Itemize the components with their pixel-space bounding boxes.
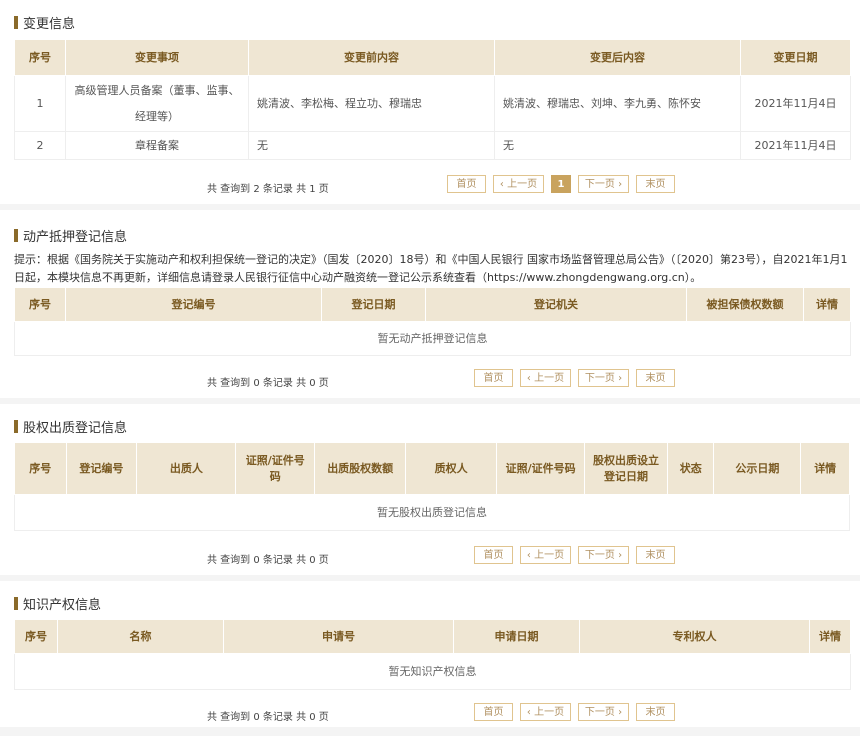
col-header: 申请号 (223, 619, 454, 654)
mortgage-table: 序号 登记编号 登记日期 登记机关 被担保债权数额 详情 暂无动产抵押登记信息 (14, 287, 851, 356)
mortgage-notice: 提示：根据《国务院关于实施动产和权利担保统一登记的决定》（国发〔2020〕18号… (14, 253, 848, 284)
first-page-button[interactable]: 首页 (447, 175, 486, 193)
mortgage-section-title: 动产抵押登记信息 (14, 226, 127, 245)
page-1-button[interactable]: 1 (551, 175, 571, 193)
col-header: 变更前内容 (248, 39, 495, 76)
pledge-section: 股权出质登记信息 序号 登记编号 出质人 证照/证件号码 出质股权数额 质权人 … (0, 404, 860, 575)
col-header: 详情 (809, 619, 851, 654)
table-header-row: 序号 名称 申请号 申请日期 专利权人 详情 (14, 619, 851, 654)
pagination: 共 查询到 0 条记录 共 0 页 首页 ‹ 上一页 下一页 › 末页 (0, 696, 860, 736)
last-page-button[interactable]: 末页 (636, 175, 675, 193)
mortgage-section: 动产抵押登记信息 提示：根据《国务院关于实施动产和权利担保统一登记的决定》（国发… (0, 210, 860, 398)
col-header: 变更后内容 (494, 39, 741, 76)
title-bar-icon (14, 16, 18, 29)
col-header: 出质股权数额 (314, 442, 407, 495)
next-page-button[interactable]: 下一页 › (578, 369, 629, 387)
cell: 无 (248, 131, 495, 160)
ip-table: 序号 名称 申请号 申请日期 专利权人 详情 暂无知识产权信息 (14, 619, 851, 690)
table-header-row: 序号 登记编号 出质人 证照/证件号码 出质股权数额 质权人 证照/证件号码 股… (14, 442, 850, 495)
title-bar-icon (14, 229, 18, 242)
last-page-button[interactable]: 末页 (636, 703, 675, 721)
col-header: 登记编号 (65, 442, 138, 495)
col-header: 公示日期 (713, 442, 802, 495)
col-header: 序号 (14, 39, 66, 76)
col-header: 出质人 (136, 442, 237, 495)
record-count: 共 查询到 0 条记录 共 0 页 (207, 378, 329, 389)
prev-page-button[interactable]: ‹ 上一页 (493, 175, 544, 193)
col-header: 申请日期 (453, 619, 580, 654)
empty-row: 暂无动产抵押登记信息 (14, 321, 851, 356)
col-header: 证照/证件号码 (496, 442, 586, 495)
cell: 无 (494, 131, 741, 160)
cell: 1 (14, 75, 66, 132)
change-section-title: 变更信息 (14, 13, 75, 32)
col-header: 详情 (800, 442, 850, 495)
change-table: 序号 变更事项 变更前内容 变更后内容 变更日期 1 高级管理人员备案（董事、监… (14, 39, 851, 160)
empty-row: 暂无知识产权信息 (14, 653, 851, 690)
pledge-table: 序号 登记编号 出质人 证照/证件号码 出质股权数额 质权人 证照/证件号码 股… (14, 442, 850, 531)
col-header: 股权出质设立登记日期 (584, 442, 668, 495)
cell: 姚清波、李松梅、程立功、穆瑞忠 (248, 75, 495, 132)
table-row: 1 高级管理人员备案（董事、监事、经理等） 姚清波、李松梅、程立功、穆瑞忠 姚清… (14, 75, 851, 132)
cell: 2021年11月4日 (740, 131, 851, 160)
empty-message: 暂无知识产权信息 (14, 653, 851, 690)
change-section: 变更信息 序号 变更事项 变更前内容 变更后内容 变更日期 1 高级管理人员备案… (0, 0, 860, 204)
record-count: 共 查询到 0 条记录 共 0 页 (207, 555, 329, 566)
first-page-button[interactable]: 首页 (474, 546, 513, 564)
title-bar-icon (14, 420, 18, 433)
prev-page-button[interactable]: ‹ 上一页 (520, 703, 571, 721)
pledge-section-title: 股权出质登记信息 (14, 417, 127, 436)
col-header: 登记机关 (425, 287, 687, 322)
col-header: 状态 (666, 442, 715, 495)
pagination: 共 查询到 0 条记录 共 0 页 首页 ‹ 上一页 下一页 › 末页 (0, 362, 860, 402)
col-header: 序号 (14, 287, 66, 322)
col-header: 名称 (57, 619, 224, 654)
next-page-button[interactable]: 下一页 › (578, 703, 629, 721)
empty-row: 暂无股权出质登记信息 (14, 494, 850, 531)
first-page-button[interactable]: 首页 (474, 703, 513, 721)
col-header: 序号 (14, 442, 67, 495)
last-page-button[interactable]: 末页 (636, 546, 675, 564)
pagination: 共 查询到 0 条记录 共 0 页 首页 ‹ 上一页 下一页 › 末页 (0, 539, 860, 579)
ip-section-title: 知识产权信息 (14, 594, 101, 613)
col-header: 专利权人 (579, 619, 810, 654)
cell: 2 (14, 131, 66, 160)
col-header: 登记日期 (321, 287, 426, 322)
col-header: 详情 (803, 287, 851, 322)
empty-message: 暂无动产抵押登记信息 (14, 321, 851, 356)
first-page-button[interactable]: 首页 (474, 369, 513, 387)
record-count: 共 查询到 2 条记录 共 1 页 (207, 184, 329, 195)
prev-page-button[interactable]: ‹ 上一页 (520, 546, 571, 564)
cell: 高级管理人员备案（董事、监事、经理等） (65, 75, 249, 132)
title-bar-icon (14, 597, 18, 610)
table-header-row: 序号 登记编号 登记日期 登记机关 被担保债权数额 详情 (14, 287, 851, 322)
col-header: 证照/证件号码 (235, 442, 316, 495)
empty-message: 暂无股权出质登记信息 (14, 494, 850, 531)
col-header: 变更事项 (65, 39, 249, 76)
cell: 姚清波、穆瑞忠、刘坤、李九勇、陈怀安 (494, 75, 741, 132)
table-row: 2 章程备案 无 无 2021年11月4日 (14, 131, 851, 160)
cell: 2021年11月4日 (740, 75, 851, 132)
col-header: 被担保债权数额 (686, 287, 804, 322)
col-header: 序号 (14, 619, 58, 654)
table-header-row: 序号 变更事项 变更前内容 变更后内容 变更日期 (14, 39, 851, 76)
next-page-button[interactable]: 下一页 › (578, 546, 629, 564)
cell: 章程备案 (65, 131, 249, 160)
col-header: 变更日期 (740, 39, 851, 76)
prev-page-button[interactable]: ‹ 上一页 (520, 369, 571, 387)
last-page-button[interactable]: 末页 (636, 369, 675, 387)
ip-section: 知识产权信息 序号 名称 申请号 申请日期 专利权人 详情 暂无知识产权信息 共… (0, 581, 860, 727)
col-header: 登记编号 (65, 287, 322, 322)
pagination: 共 查询到 2 条记录 共 1 页 首页 ‹ 上一页 1 下一页 › 末页 (0, 168, 860, 208)
next-page-button[interactable]: 下一页 › (578, 175, 629, 193)
col-header: 质权人 (405, 442, 498, 495)
